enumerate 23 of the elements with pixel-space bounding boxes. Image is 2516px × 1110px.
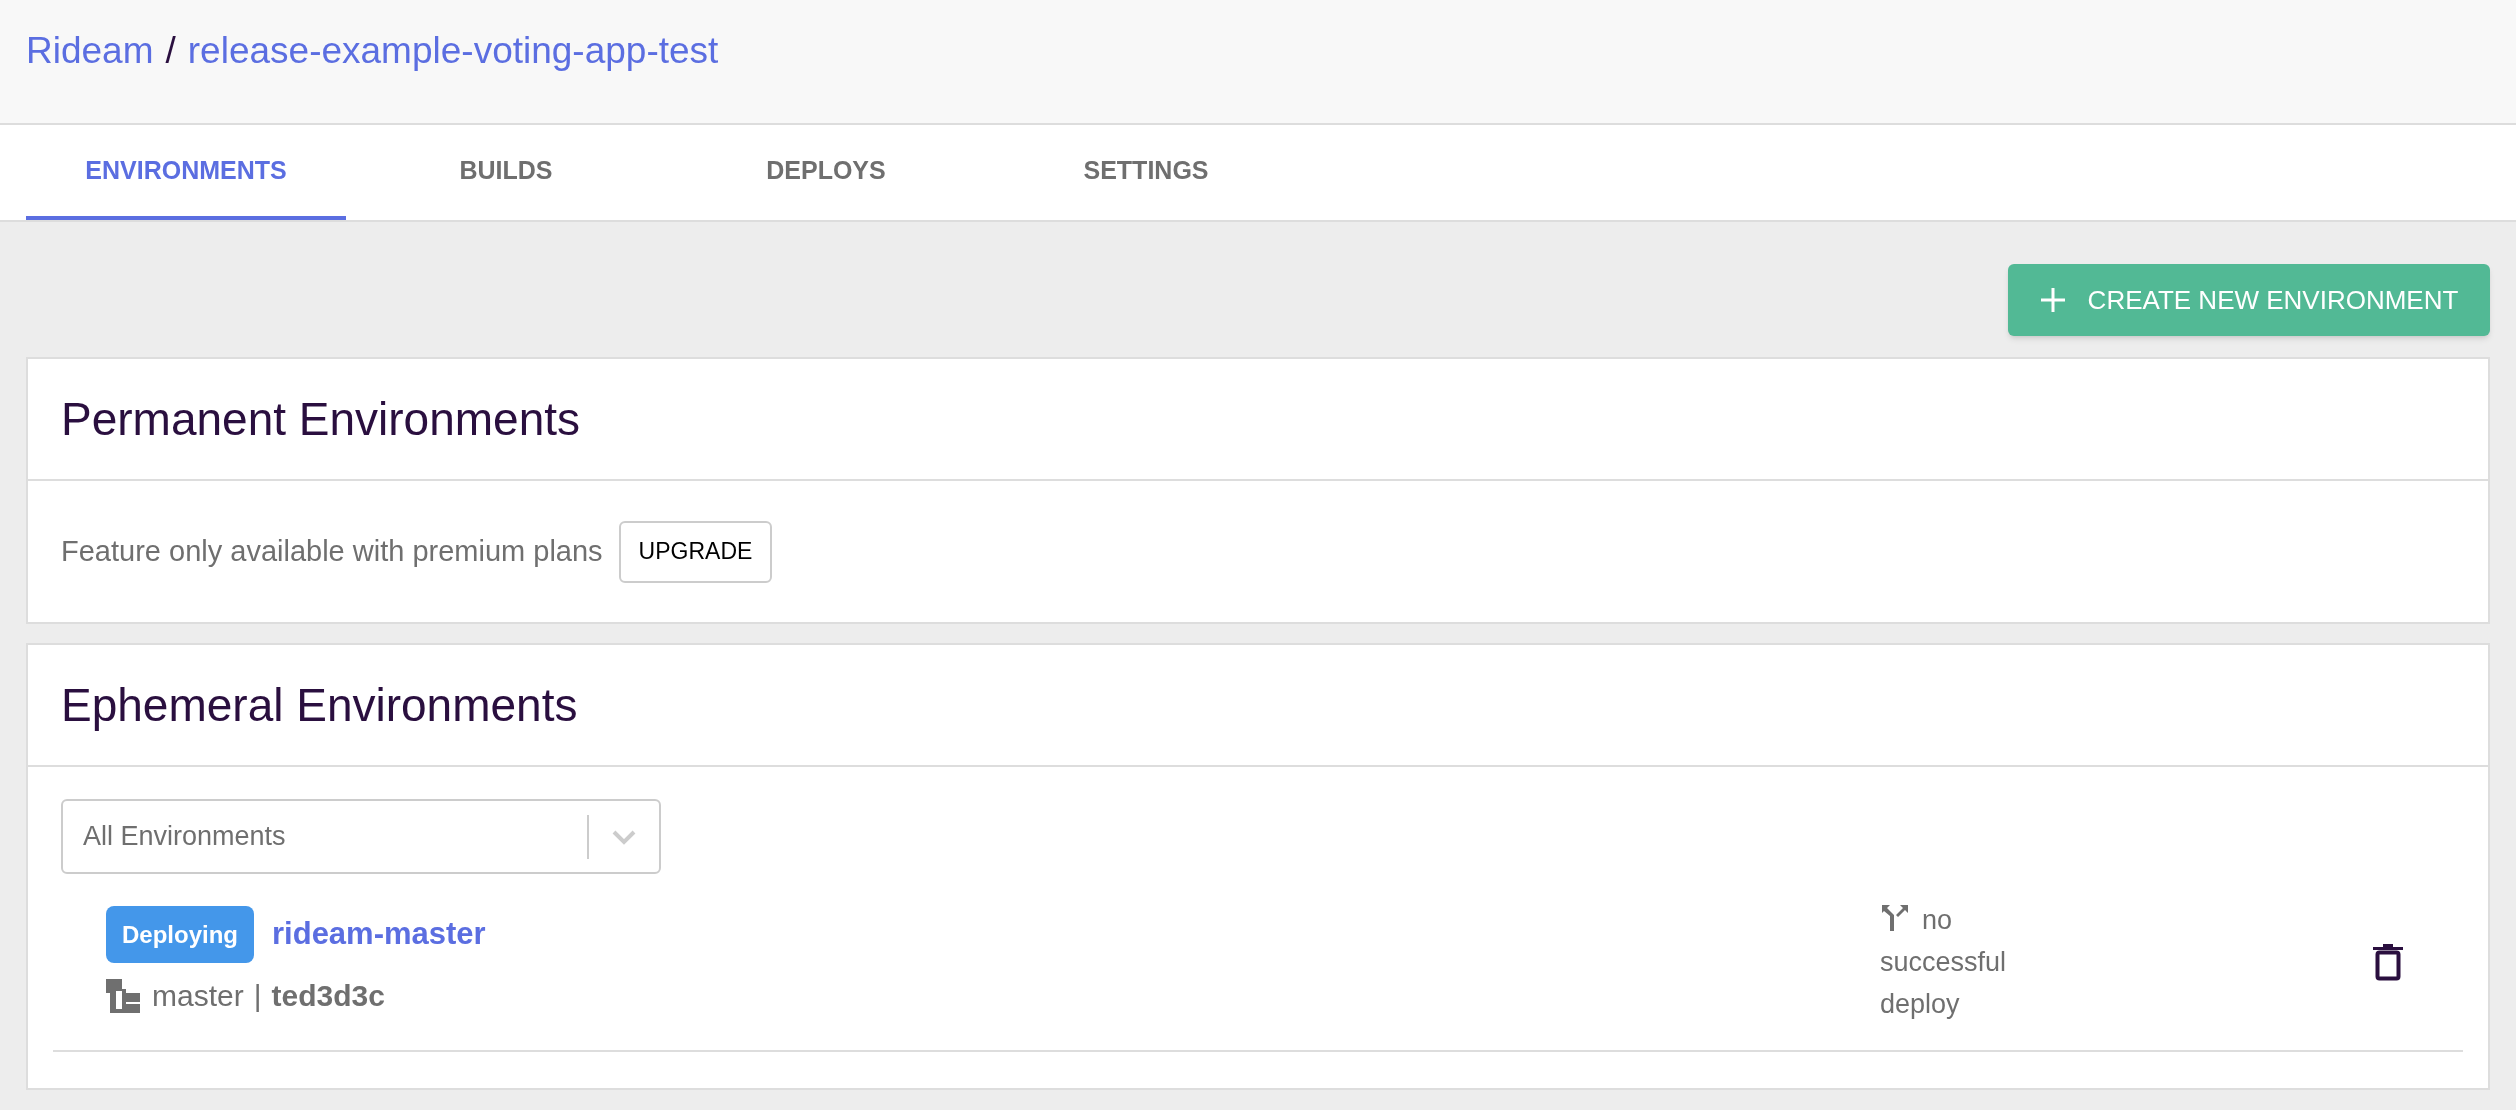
project-link[interactable]: release-example-voting-app-test [187,22,719,79]
deploy-status: no successful deploy [1880,902,2008,1021]
environment-link[interactable]: rideam-master [272,911,486,958]
status-badge: Deploying [106,906,254,963]
branch-icon [106,978,142,1013]
premium-message: Feature only available with premium plans [61,533,603,569]
breadcrumb-separator: / [165,28,176,73]
commit-hash: ted3d3c [271,978,385,1014]
upgrade-button[interactable]: UPGRADE [618,520,773,583]
tab[interactable]: ENVIRONMENTS [26,125,346,220]
branch-name: master [152,978,244,1014]
chevron-down-icon [611,828,637,845]
tab[interactable]: BUILDS [346,125,666,220]
plus-icon [2039,287,2066,313]
environment-filter-select[interactable]: All Environments [61,799,661,874]
delete-icon[interactable] [2373,943,2403,981]
section-title: Ephemeral Environments [61,677,578,733]
commit-separator: | [253,978,262,1014]
merge-icon [1880,903,1910,933]
tab[interactable]: SETTINGS [986,125,1306,220]
organization-link[interactable]: Rideam [26,22,154,79]
section-title: Permanent Environments [61,391,581,447]
tab[interactable]: DEPLOYS [666,125,986,220]
